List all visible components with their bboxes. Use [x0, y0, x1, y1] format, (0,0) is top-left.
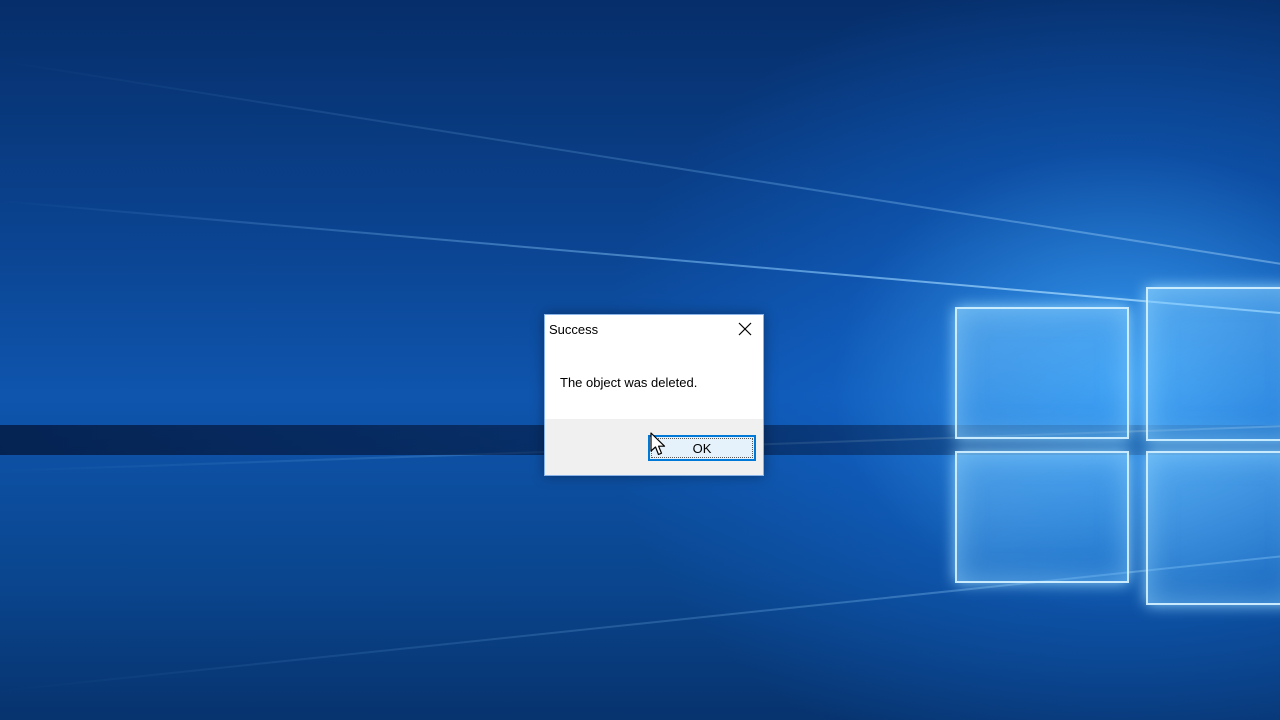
dialog-titlebar[interactable]: Success [545, 315, 763, 343]
logo-pane [955, 307, 1129, 439]
dialog-title: Success [549, 322, 599, 337]
close-button[interactable] [727, 315, 763, 343]
dialog-message: The object was deleted. [560, 375, 698, 390]
logo-pane [1146, 451, 1280, 605]
mouse-pointer-icon [650, 432, 666, 456]
close-icon [738, 322, 752, 336]
windows-logo-icon [950, 285, 1280, 615]
logo-pane [955, 451, 1129, 583]
logo-pane [1146, 287, 1280, 441]
light-beam [0, 60, 1280, 289]
